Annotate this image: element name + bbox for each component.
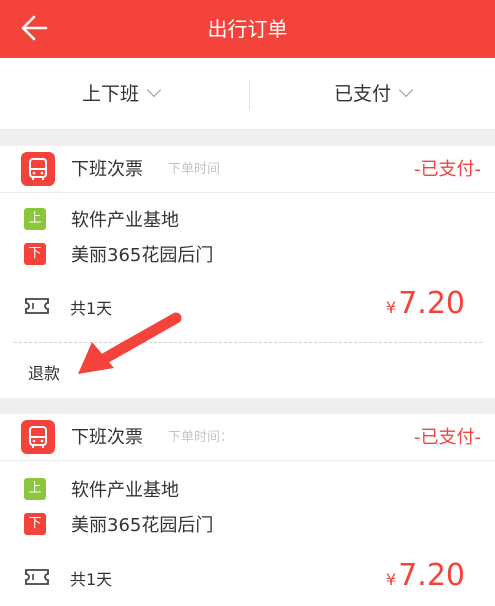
alight-stop: 美丽365花园后门 [71,245,214,266]
page-title: 出行订单 [207,17,288,41]
board-stop: 软件产业基地 [71,480,179,501]
chevron-down-icon [146,82,162,98]
currency-symbol: ¥ [386,570,397,589]
divider [0,192,495,193]
price: ¥7.20 [386,558,465,593]
pay-status-label: 已支付 [334,83,392,105]
board-stop: 软件产业基地 [71,210,179,231]
pay-status-filter[interactable]: 已支付 [334,58,414,130]
bus-icon [21,152,55,186]
currency-symbol: ¥ [386,298,397,317]
board-badge: 上 [24,478,46,500]
order-card[interactable]: 下班次票 下单时间： -已支付- 上 软件产业基地 下 美丽365花园后门 共1… [0,414,495,606]
price-amount: 7.20 [398,286,465,321]
alight-stop: 美丽365花园后门 [71,515,214,536]
status-badge: -已支付- [414,159,481,180]
route-type-label: 上下班 [82,83,140,105]
ticket-icon [25,298,49,314]
price: ¥7.20 [386,286,465,321]
alight-badge: 下 [24,513,46,535]
ticket-type: 下班次票 [71,159,143,180]
days-count: 共1天 [70,570,113,589]
chevron-down-icon [398,82,414,98]
refund-button[interactable]: 退款 [28,360,60,384]
route-type-filter[interactable]: 上下班 [82,58,162,130]
bus-icon [21,420,55,454]
board-badge: 上 [24,208,46,230]
divider [0,460,495,461]
status-badge: -已支付- [414,427,481,448]
top-bar: 出行订单 [0,0,495,58]
alight-badge: 下 [24,243,46,265]
order-time-label: 下单时间： [168,430,234,445]
filter-bar: 上下班 已支付 [0,58,495,130]
ticket-icon [25,569,49,585]
order-time-label: 下单时间 [168,162,221,177]
price-amount: 7.20 [398,558,465,593]
filter-divider [249,80,250,110]
annotation-arrow-icon [78,312,182,374]
ticket-type: 下班次票 [71,427,143,448]
